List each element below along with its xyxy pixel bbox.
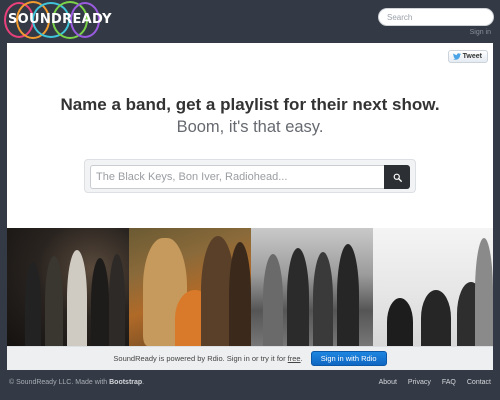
sign-in-link[interactable]: Sign in — [470, 29, 491, 36]
tweet-label: Tweet — [462, 53, 482, 60]
rdio-text-after: . — [300, 354, 303, 363]
band-photo-4 — [373, 228, 493, 346]
copyright-text: © SoundReady LLC. Made with — [9, 379, 110, 386]
sign-in-with-rdio-button[interactable]: Sign in with Rdio — [310, 351, 387, 366]
footer-link-privacy[interactable]: Privacy — [408, 379, 431, 386]
headline: Name a band, get a playlist for their ne… — [60, 95, 440, 114]
try-free-link[interactable]: free — [288, 354, 301, 363]
bird-icon — [452, 53, 461, 60]
band-photo-2 — [129, 228, 251, 346]
rdio-info-text: SoundReady is powered by Rdio. Sign in o… — [113, 354, 302, 363]
logo[interactable]: SOUNDREADY — [4, 1, 112, 39]
header-search-input[interactable] — [378, 8, 494, 26]
footer-link-contact[interactable]: Contact — [467, 379, 491, 386]
bootstrap-link[interactable]: Bootstrap — [109, 379, 142, 386]
footer-copyright: © SoundReady LLC. Made with Bootstrap. — [9, 379, 144, 386]
search-icon — [393, 173, 402, 182]
band-search-form — [84, 159, 416, 193]
rdio-signin-bar: SoundReady is powered by Rdio. Sign in o… — [7, 346, 493, 370]
rdio-text-before: SoundReady is powered by Rdio. Sign in o… — [113, 354, 288, 363]
footer-link-about[interactable]: About — [379, 379, 397, 386]
footer-link-faq[interactable]: FAQ — [442, 379, 456, 386]
hero-panel: Tweet Name a band, get a playlist for th… — [7, 43, 493, 228]
band-photo-strip — [7, 228, 493, 346]
footer-nav: About Privacy FAQ Contact — [379, 379, 491, 386]
copyright-end: . — [142, 379, 145, 386]
tweet-button[interactable]: Tweet — [447, 50, 488, 63]
subheadline: Boom, it's that easy. — [176, 118, 324, 136]
band-search-input[interactable] — [90, 165, 384, 189]
logo-text: SOUNDREADY — [8, 12, 112, 27]
band-photo-1 — [7, 228, 129, 346]
search-button[interactable] — [384, 165, 410, 189]
band-photo-3 — [251, 228, 373, 346]
